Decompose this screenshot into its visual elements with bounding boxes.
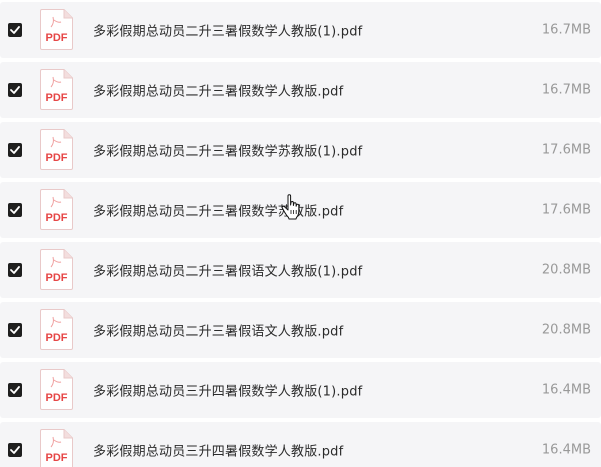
file-name: 多彩假期总动员二升三暑假语文人教版(1).pdf [93,264,363,280]
file-name: 多彩假期总动员三升四暑假数学人教版(1).pdf [93,384,363,400]
file-size: 16.7MB [541,22,591,38]
file-name: 多彩假期总动员二升三暑假数学人教版(1).pdf [93,24,363,40]
pdf-icon-label: PDF [46,152,68,164]
file-size: 20.8MB [541,322,591,338]
pdf-icon-label: PDF [46,452,68,464]
pdf-icon-label: PDF [46,32,68,44]
list-item[interactable]: PDF 多彩假期总动员三升四暑假数学人教版.pdf 16.4MB [0,422,601,467]
file-name: 多彩假期总动员二升三暑假语文人教版.pdf [93,324,344,340]
pdf-file-icon: PDF [40,249,73,290]
file-list: PDF 多彩假期总动员二升三暑假数学人教版(1).pdf 16.7MB PDF … [0,0,601,467]
list-item[interactable]: PDF 多彩假期总动员三升四暑假数学人教版(1).pdf 16.4MB [0,362,601,418]
pdf-icon-label: PDF [46,332,68,344]
check-icon [10,266,20,274]
pdf-icon-label: PDF [46,272,68,284]
pdf-file-icon: PDF [40,369,73,410]
file-name: 多彩假期总动员二升三暑假数学人教版.pdf [93,84,344,100]
check-icon [10,146,20,154]
file-size: 17.6MB [541,142,591,158]
check-icon [10,326,20,334]
file-size: 16.4MB [541,382,591,398]
checkbox-checked[interactable] [8,23,22,37]
pdf-icon-label: PDF [46,212,68,224]
check-icon [10,26,20,34]
pdf-icon-label: PDF [46,92,68,104]
check-icon [10,386,20,394]
list-item[interactable]: PDF 多彩假期总动员二升三暑假数学苏教版.pdf 17.6MB [0,182,601,238]
list-item[interactable]: PDF 多彩假期总动员二升三暑假数学人教版.pdf 16.7MB [0,62,601,118]
checkbox-checked[interactable] [8,83,22,97]
list-item[interactable]: PDF 多彩假期总动员二升三暑假语文人教版.pdf 20.8MB [0,302,601,358]
checkbox-checked[interactable] [8,443,22,457]
checkbox-checked[interactable] [8,263,22,277]
checkbox-checked[interactable] [8,143,22,157]
check-icon [10,446,20,454]
checkbox-checked[interactable] [8,203,22,217]
file-name: 多彩假期总动员三升四暑假数学人教版.pdf [93,444,344,460]
list-item[interactable]: PDF 多彩假期总动员二升三暑假数学苏教版(1).pdf 17.6MB [0,122,601,178]
list-item[interactable]: PDF 多彩假期总动员二升三暑假语文人教版(1).pdf 20.8MB [0,242,601,298]
pdf-file-icon: PDF [40,309,73,350]
pdf-file-icon: PDF [40,189,73,230]
file-size: 17.6MB [541,202,591,218]
file-size: 16.4MB [541,442,591,458]
pdf-file-icon: PDF [40,129,73,170]
pdf-file-icon: PDF [40,429,73,467]
pdf-file-icon: PDF [40,9,73,50]
file-name: 多彩假期总动员二升三暑假数学苏教版.pdf [93,204,344,220]
checkbox-checked[interactable] [8,323,22,337]
file-name: 多彩假期总动员二升三暑假数学苏教版(1).pdf [93,144,363,160]
file-size: 16.7MB [541,82,591,98]
file-size: 20.8MB [541,262,591,278]
pdf-file-icon: PDF [40,69,73,110]
list-item[interactable]: PDF 多彩假期总动员二升三暑假数学人教版(1).pdf 16.7MB [0,2,601,58]
pdf-icon-label: PDF [46,392,68,404]
check-icon [10,206,20,214]
checkbox-checked[interactable] [8,383,22,397]
check-icon [10,86,20,94]
